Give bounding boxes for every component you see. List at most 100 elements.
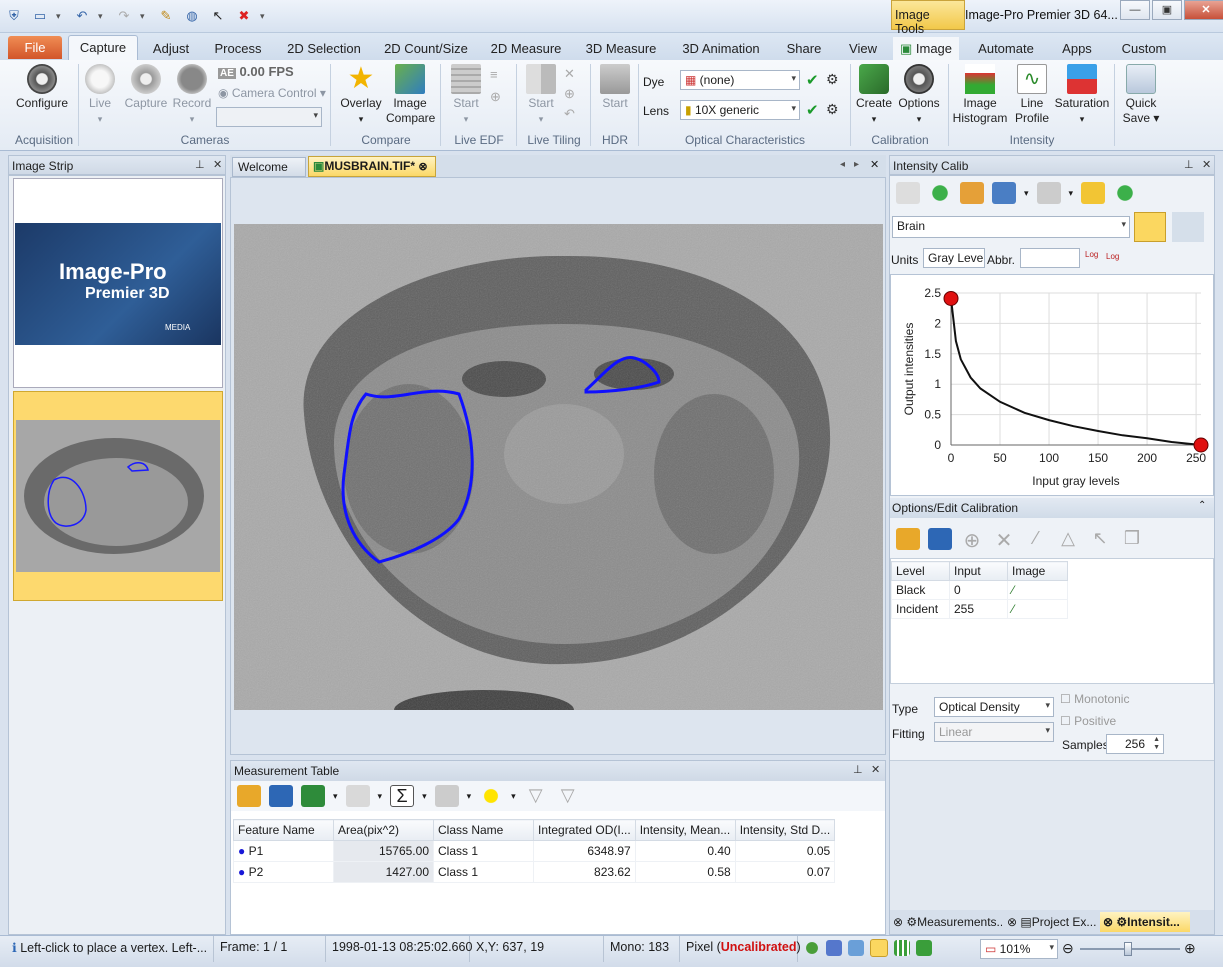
log-scale-y-icon[interactable]: Log [1106, 252, 1119, 261]
calib-add-icon[interactable] [928, 182, 952, 204]
lens-settings-gear-icon[interactable]: ⚙ [826, 101, 839, 118]
quick-save-button[interactable]: Quick Save ▾ [1120, 64, 1162, 126]
close-icon[interactable]: ✕ [213, 158, 222, 171]
eyedropper-cell[interactable]: ⁄ [1007, 580, 1068, 600]
dropdown-arrow-icon[interactable]: ▾ [378, 791, 383, 802]
positive-checkbox[interactable]: ☐ Positive [1060, 714, 1116, 728]
hdr-start-button[interactable]: Start [596, 64, 634, 111]
column-header[interactable]: Feature Name [233, 819, 334, 841]
calib-delete-icon[interactable] [1036, 182, 1061, 204]
tab-measurements[interactable]: ⊗ ⚙Measurements... [890, 912, 1002, 932]
close-icon[interactable]: ✕ [1202, 158, 1211, 171]
tab-2d-count-size[interactable]: 2D Count/Size [378, 37, 474, 60]
pin-icon[interactable]: ⊥ [195, 158, 205, 171]
column-header[interactable]: Intensity, Mean... [634, 819, 736, 841]
calib-active-icon[interactable] [1134, 212, 1166, 242]
zoom-select[interactable]: ▭ 101% ▾ [980, 939, 1058, 959]
grid-icon[interactable] [894, 940, 910, 956]
maximize-button[interactable]: ▣ [1152, 0, 1182, 20]
color-mode-icon[interactable] [804, 940, 820, 956]
dropdown-arrow-icon[interactable]: ▾ [511, 791, 516, 802]
options-save-icon[interactable] [928, 528, 952, 550]
tab-2d-measure[interactable]: 2D Measure [484, 37, 568, 60]
tab-adjust[interactable]: Adjust [145, 37, 197, 60]
tiling-close-icon[interactable]: ✕ [564, 66, 575, 81]
monotonic-checkbox[interactable]: ☐ Monotonic [1060, 692, 1129, 706]
table-row[interactable]: ● P2 1427.00 Class 1 823.62 0.58 0.07 [233, 861, 836, 883]
tab-apps[interactable]: Apps [1052, 37, 1102, 60]
tab-musbrain[interactable]: ▣MUSBRAIN.TIF* ⊗ [308, 156, 436, 177]
zoom-slider-thumb[interactable] [1124, 942, 1132, 956]
table-row[interactable]: Black 0 ⁄ [891, 580, 1068, 600]
channels-icon[interactable] [826, 940, 842, 956]
tab-image[interactable]: ▣ Image [893, 37, 959, 60]
dropdown-arrow-icon[interactable]: ▾ [98, 11, 108, 22]
parameter-icon[interactable] [434, 785, 459, 807]
overlay-button[interactable]: ★ Overlay ▾ [338, 64, 384, 127]
zoom-out-icon[interactable]: ⊖ [1062, 940, 1074, 957]
thumbnail-welcome[interactable]: Image-Pro Premier 3D MEDIA [13, 178, 223, 388]
units-field[interactable]: Gray Level [923, 248, 985, 268]
tab-capture[interactable]: Capture [68, 35, 138, 61]
tiling-undo-icon[interactable]: ↶ [564, 106, 575, 121]
thumbnail-musbrain[interactable] [13, 391, 223, 601]
tab-automate[interactable]: Automate [970, 37, 1042, 60]
excel-export-icon[interactable] [301, 785, 325, 807]
fitting-select[interactable]: Linear ▾ [934, 722, 1054, 742]
tab-close-icon[interactable]: ⊗ [1103, 915, 1113, 929]
image-histogram-button[interactable]: Image Histogram [952, 64, 1008, 126]
report-icon[interactable] [345, 785, 370, 807]
tab-scroll-left-icon[interactable]: ◂ [840, 159, 845, 170]
collapse-icon[interactable]: ⌃ [1198, 500, 1206, 511]
calib-edit-icon[interactable] [896, 182, 920, 204]
tab-project-explorer[interactable]: ⊗ ▤Project Ex... [1004, 912, 1098, 932]
tiling-add-icon[interactable]: ⊕ [564, 86, 575, 101]
highlight-bulb-icon[interactable] [479, 785, 504, 807]
tab-3d-measure[interactable]: 3D Measure [578, 37, 664, 60]
brain-image-canvas[interactable] [234, 224, 883, 710]
table-row[interactable]: ● P1 15765.00 Class 1 6348.97 0.40 0.05 [233, 840, 836, 862]
edf-add-icon[interactable]: ⊕ [490, 89, 501, 104]
calib-save-icon[interactable] [992, 182, 1016, 204]
tiling-start-button[interactable]: Start ▾ [522, 64, 560, 127]
column-header[interactable]: Integrated OD(I... [533, 819, 636, 841]
pencil-icon[interactable]: ✎ [156, 6, 176, 26]
eyedropper-icon[interactable]: ⁄ [1012, 602, 1014, 616]
configure-button[interactable]: Configure [12, 64, 72, 111]
create-calibration-button[interactable]: Create ▾ [854, 64, 894, 127]
abbr-field[interactable] [1020, 248, 1080, 268]
app-shield-icon[interactable]: ⛨ [4, 6, 24, 26]
pointer-icon[interactable]: ↖ [208, 6, 228, 26]
pin-icon[interactable]: ⊥ [1184, 158, 1194, 171]
table-row[interactable]: Incident 255 ⁄ [891, 599, 1068, 619]
delete-x-icon[interactable]: ✖ [234, 6, 254, 26]
dropdown-arrow-icon[interactable]: ▾ [56, 11, 66, 22]
record-button[interactable]: Record ▾ [172, 64, 212, 127]
calibration-name-select[interactable]: Brain ▾ [892, 216, 1130, 238]
zoom-in-icon[interactable]: ⊕ [1184, 940, 1196, 957]
dropdown-arrow-icon[interactable]: ▾ [333, 791, 338, 802]
tab-scroll-right-icon[interactable]: ▸ [854, 159, 859, 170]
options-button[interactable]: Options ▾ [896, 64, 942, 127]
edf-layers-icon[interactable]: ≡ [490, 67, 498, 82]
tab-welcome[interactable]: Welcome ⊗ [232, 157, 306, 188]
dye-apply-check-icon[interactable]: ✔ [806, 71, 819, 89]
column-header[interactable]: Input [949, 561, 1008, 581]
lens-apply-check-icon[interactable]: ✔ [806, 101, 819, 119]
close-button[interactable]: ✕ [1184, 0, 1223, 20]
fit-image-icon[interactable] [870, 939, 888, 957]
tab-2d-selection[interactable]: 2D Selection [280, 37, 368, 60]
type-select[interactable]: Optical Density ▾ [934, 697, 1054, 717]
overlay-grid-icon[interactable] [916, 940, 932, 956]
open-folder-icon[interactable] [237, 785, 261, 807]
minimize-button[interactable]: — [1120, 0, 1150, 20]
tab-file[interactable]: File [8, 36, 62, 59]
line-profile-button[interactable]: ∿ Line Profile [1010, 64, 1054, 126]
saturation-button[interactable]: Saturation ▾ [1054, 64, 1110, 127]
tab-share[interactable]: Share [778, 37, 830, 60]
camera-control-button[interactable]: ◉ Camera Control ▾ [218, 86, 326, 100]
edf-start-button[interactable]: Start ▾ [448, 64, 484, 127]
column-header[interactable]: Level [891, 561, 950, 581]
dye-select[interactable]: ▦ (none) ▾ [680, 70, 800, 90]
image-compare-button[interactable]: Image Compare [386, 64, 435, 126]
